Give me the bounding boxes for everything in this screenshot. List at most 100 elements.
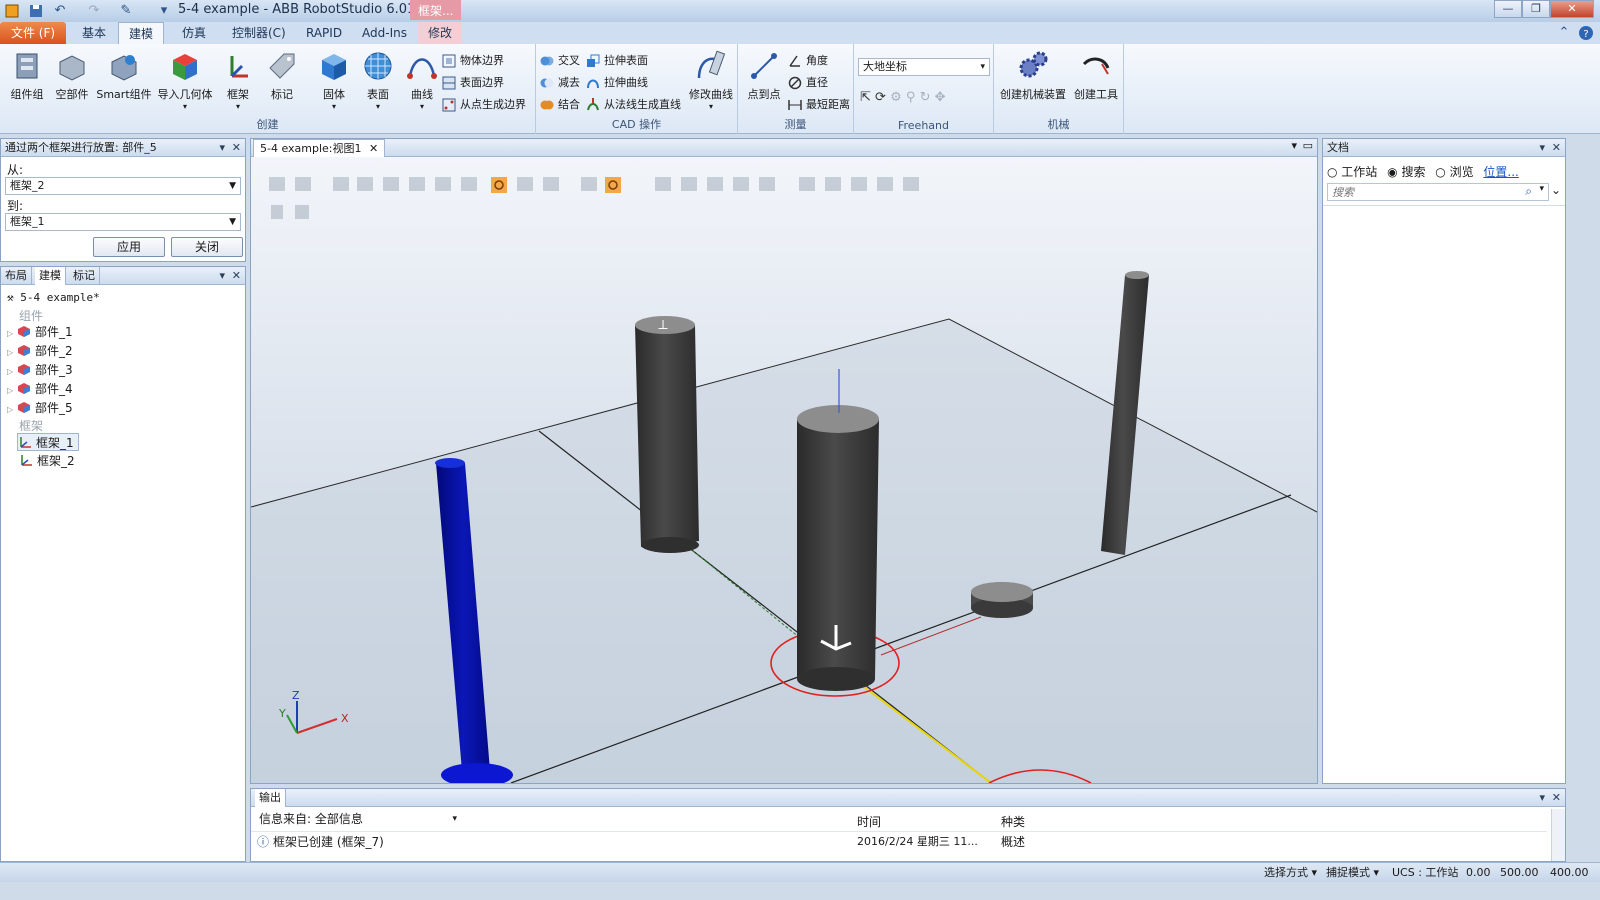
- intersect-button[interactable]: 交叉: [538, 52, 580, 70]
- expand-icon[interactable]: ▷: [7, 382, 17, 400]
- radio-browse[interactable]: ○ 浏览: [1435, 165, 1473, 179]
- expand-icon[interactable]: ▷: [7, 325, 17, 343]
- surface-boundary-button[interactable]: 表面边界: [440, 74, 504, 92]
- expand-search-icon[interactable]: ⌄: [1551, 183, 1561, 197]
- tab-controller[interactable]: 控制器(C): [222, 22, 296, 44]
- time-column-header[interactable]: 时间: [857, 813, 881, 830]
- tab-modeling-browser[interactable]: 建模: [35, 267, 66, 285]
- create-tool-button[interactable]: 创建工具: [1072, 50, 1120, 102]
- location-link[interactable]: 位置...: [1483, 165, 1518, 179]
- station-root[interactable]: ⚒ 5-4 example*: [7, 289, 100, 307]
- frame-button[interactable]: 框架 ▾: [216, 50, 260, 111]
- quick-access-dropdown-icon[interactable]: ▾: [156, 3, 172, 19]
- tree-part-2[interactable]: ▷ 部件_2: [7, 342, 73, 360]
- view-tool-icon[interactable]: [435, 177, 451, 191]
- cylinder-part-5[interactable]: [797, 369, 879, 691]
- panel-close-icon[interactable]: ✕: [232, 139, 241, 157]
- panel-dropdown-icon[interactable]: ▾: [1539, 789, 1545, 807]
- extrude-surface-button[interactable]: 拉伸表面: [584, 52, 648, 70]
- radio-station[interactable]: ○ 工作站: [1327, 165, 1377, 179]
- snap-center-icon[interactable]: [491, 177, 507, 193]
- view-tool-icon[interactable]: [655, 177, 671, 191]
- view-tool-icon[interactable]: [517, 177, 533, 191]
- tree-frame-2[interactable]: 框架_2: [19, 452, 75, 470]
- tree-frame-1[interactable]: 框架_1: [17, 433, 79, 451]
- rotate-tool-icon[interactable]: ⟳: [875, 90, 886, 105]
- view-tool-icon[interactable]: [825, 177, 841, 191]
- shortest-distance-button[interactable]: 最短距离: [786, 96, 850, 114]
- move-tool-icon[interactable]: ⇱: [860, 90, 871, 105]
- solid-button[interactable]: 固体 ▾: [312, 50, 356, 111]
- type-column-header[interactable]: 种类: [1001, 813, 1025, 830]
- search-icon[interactable]: ⌕: [1525, 184, 1532, 199]
- surface-button[interactable]: 表面 ▾: [356, 50, 400, 111]
- expand-icon[interactable]: ▷: [7, 401, 17, 419]
- modify-curve-button[interactable]: 修改曲线 ▾: [686, 50, 736, 111]
- angle-button[interactable]: 角度: [786, 52, 828, 70]
- disc-part[interactable]: [971, 582, 1033, 618]
- diameter-button[interactable]: 直径: [786, 74, 828, 92]
- selection-mode-dropdown[interactable]: 选择方式 ▾: [1264, 863, 1317, 883]
- panel-dropdown-icon[interactable]: ▾: [219, 267, 225, 285]
- view-tool-icon[interactable]: [903, 177, 919, 191]
- tab-simulation[interactable]: 仿真: [172, 22, 216, 44]
- view-tool-icon[interactable]: [759, 177, 775, 191]
- app-icon[interactable]: [4, 3, 20, 19]
- tab-layout[interactable]: 布局: [1, 267, 32, 285]
- close-window-button[interactable]: ✕: [1550, 0, 1594, 18]
- help-icon[interactable]: ?: [1578, 25, 1594, 41]
- view-tool-icon[interactable]: [707, 177, 723, 191]
- union-button[interactable]: 结合: [538, 96, 580, 114]
- view-tool-icon[interactable]: [271, 205, 283, 219]
- curve-button[interactable]: 曲线 ▾: [400, 50, 444, 111]
- view-tool-icon[interactable]: [295, 177, 311, 191]
- redo-icon[interactable]: ↷: [86, 3, 102, 19]
- panel-dropdown-icon[interactable]: ▾: [219, 139, 225, 157]
- tab-modeling[interactable]: 建模: [118, 22, 165, 44]
- undo-icon[interactable]: ↶: [52, 3, 68, 19]
- output-tab[interactable]: 输出: [255, 789, 286, 807]
- apply-button[interactable]: 应用: [93, 237, 165, 257]
- close-icon[interactable]: ✕: [369, 142, 378, 155]
- from-frame-select[interactable]: 框架_2 ▼: [5, 177, 241, 195]
- view-tool-icon[interactable]: [543, 177, 559, 191]
- empty-part-button[interactable]: 空部件: [50, 50, 94, 102]
- body-boundary-button[interactable]: 物体边界: [440, 52, 504, 70]
- view-tool-icon[interactable]: [269, 177, 285, 191]
- import-geometry-button[interactable]: 导入几何体 ▾: [156, 50, 214, 111]
- minimize-button[interactable]: —: [1494, 0, 1522, 18]
- customize-icon[interactable]: ✎: [118, 3, 134, 19]
- view-tool-icon[interactable]: [295, 205, 309, 219]
- expand-icon[interactable]: ▷: [7, 344, 17, 362]
- expand-icon[interactable]: ▷: [7, 363, 17, 381]
- view-tool-icon[interactable]: [357, 177, 373, 191]
- tag-button[interactable]: 标记: [260, 50, 304, 102]
- viewport-dropdown-icon[interactable]: ▾: [1291, 139, 1297, 152]
- close-button[interactable]: 关闭: [171, 237, 243, 257]
- search-input[interactable]: [1328, 184, 1508, 200]
- to-frame-select[interactable]: 框架_1 ▼: [5, 213, 241, 231]
- tab-file[interactable]: 文件 (F): [0, 22, 66, 44]
- 3d-scene[interactable]: ⟂ X Z Y: [251, 157, 1317, 783]
- boundary-from-points-button[interactable]: 从点生成边界: [440, 96, 526, 114]
- subtract-button[interactable]: 减去: [538, 74, 580, 92]
- panel-close-icon[interactable]: ✕: [1552, 789, 1561, 807]
- viewport-tab[interactable]: 5-4 example:视图1 ✕: [253, 139, 386, 157]
- cylinder-part[interactable]: ⟂: [635, 316, 699, 553]
- tree-part-5[interactable]: ▷ 部件_5: [7, 399, 73, 417]
- snap-object-icon[interactable]: [605, 177, 621, 193]
- chevron-down-icon[interactable]: ▾: [1539, 184, 1544, 194]
- panel-close-icon[interactable]: ✕: [232, 267, 241, 285]
- panel-dropdown-icon[interactable]: ▾: [1539, 139, 1545, 157]
- view-tool-icon[interactable]: [409, 177, 425, 191]
- panel-close-icon[interactable]: ✕: [1552, 139, 1561, 157]
- view-tool-icon[interactable]: [333, 177, 349, 191]
- tab-modify[interactable]: 修改: [418, 22, 463, 44]
- reference-frame-select[interactable]: 大地坐标 ▾: [858, 58, 990, 76]
- message-source-filter[interactable]: 信息来自: 全部信息 ▾: [255, 811, 461, 829]
- tab-tags[interactable]: 标记: [69, 267, 100, 285]
- view-tool-icon[interactable]: [461, 177, 477, 191]
- create-mechanism-button[interactable]: 创建机械装置: [998, 50, 1068, 102]
- smart-component-button[interactable]: Smart组件: [96, 50, 152, 102]
- tree-part-4[interactable]: ▷ 部件_4: [7, 380, 73, 398]
